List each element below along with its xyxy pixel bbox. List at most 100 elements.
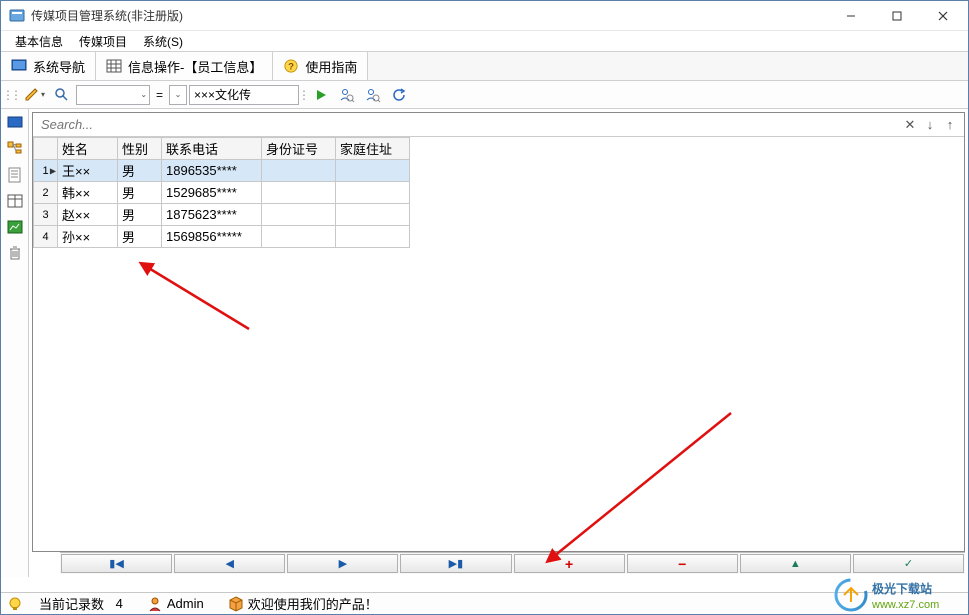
nav-prev-button[interactable]: ◀ (174, 554, 285, 573)
table-row[interactable]: 2韩××男1529685**** (34, 182, 410, 204)
record-navigator: ▮◀ ◀ ▶ ▶▮ + − ▲ ✓ (60, 552, 965, 574)
scroll-down-button[interactable]: ↓ (920, 115, 940, 135)
run-button[interactable] (309, 84, 333, 106)
edit-button[interactable]: ▾ (21, 84, 48, 106)
play-icon (315, 89, 327, 101)
find-user-button-2[interactable] (361, 84, 385, 106)
column-header-gender[interactable]: 性别 (118, 138, 162, 160)
row-number: 2 (34, 182, 58, 204)
table-row[interactable]: 1▶王××男1896535**** (34, 160, 410, 182)
side-grid-button[interactable] (5, 191, 25, 211)
column-header-name[interactable]: 姓名 (58, 138, 118, 160)
column-header-phone[interactable]: 联系电话 (162, 138, 262, 160)
tab-label: 使用指南 (305, 57, 357, 76)
nav-delete-button[interactable]: − (627, 554, 738, 573)
cell-id[interactable] (262, 226, 336, 248)
side-toolbar (1, 109, 29, 577)
equals-label: = (152, 88, 167, 102)
cell-addr[interactable] (336, 182, 410, 204)
tabs-bar: 系统导航 信息操作-【员工信息】 ? 使用指南 (1, 51, 968, 81)
clear-search-button[interactable]: ✕ (900, 115, 920, 135)
tab-usage-guide[interactable]: ? 使用指南 (273, 52, 368, 80)
cell-name[interactable]: 孙×× (58, 226, 118, 248)
nav-edit-button[interactable]: ▲ (740, 554, 851, 573)
search-input[interactable] (37, 117, 900, 132)
menu-media-project[interactable]: 传媒项目 (71, 31, 135, 52)
nav-add-button[interactable]: + (514, 554, 625, 573)
cell-id[interactable] (262, 182, 336, 204)
nav-confirm-button[interactable]: ✓ (853, 554, 964, 573)
maximize-button[interactable] (874, 1, 920, 30)
cell-phone[interactable]: 1569856***** (162, 226, 262, 248)
side-chart-button[interactable] (5, 217, 25, 237)
side-trash-button[interactable] (5, 243, 25, 263)
main-area: ✕ ↓ ↑ 姓名 性别 联系电话 身份证号 家庭住址 (1, 109, 968, 577)
cell-id[interactable] (262, 160, 336, 182)
status-record-count: 当前记录数 4 (31, 594, 131, 613)
refresh-icon (392, 88, 406, 102)
menu-system[interactable]: 系统(S) (135, 31, 191, 52)
column-header-addr[interactable]: 家庭住址 (336, 138, 410, 160)
grid-icon (7, 194, 23, 208)
refresh-button[interactable] (387, 84, 411, 106)
operator-dropdown[interactable]: ⌄ (169, 85, 187, 105)
cell-gender[interactable]: 男 (118, 182, 162, 204)
side-tree-button[interactable] (5, 139, 25, 159)
cell-addr[interactable] (336, 226, 410, 248)
menu-basic-info[interactable]: 基本信息 (7, 31, 71, 52)
magnifier-icon (54, 87, 70, 103)
row-number: 1▶ (34, 160, 58, 182)
cell-addr[interactable] (336, 160, 410, 182)
app-icon (9, 8, 25, 24)
window-title: 传媒项目管理系统(非注册版) (31, 7, 828, 24)
record-count-label: 当前记录数 (39, 594, 104, 613)
cell-addr[interactable] (336, 204, 410, 226)
search-row: ✕ ↓ ↑ (33, 113, 964, 137)
help-icon: ? (283, 59, 299, 73)
data-grid[interactable]: 姓名 性别 联系电话 身份证号 家庭住址 1▶王××男1896535****2韩… (33, 137, 964, 551)
trash-icon (8, 245, 22, 261)
cell-phone[interactable]: 1529685**** (162, 182, 262, 204)
row-number: 3 (34, 204, 58, 226)
nav-last-button[interactable]: ▶▮ (400, 554, 511, 573)
field-dropdown[interactable]: ⌄ (76, 85, 150, 105)
find-user-button[interactable] (335, 84, 359, 106)
cell-phone[interactable]: 1875623**** (162, 204, 262, 226)
cell-name[interactable]: 王×× (58, 160, 118, 182)
status-welcome-text: 欢迎使用我们的产品！ (248, 594, 378, 613)
nav-next-button[interactable]: ▶ (287, 554, 398, 573)
user-icon (147, 596, 163, 612)
tab-label: 系统导航 (33, 57, 85, 76)
toolbar-grip: ⋮ (13, 84, 19, 106)
scroll-up-button[interactable]: ↑ (940, 115, 960, 135)
status-bar: 当前记录数 4 Admin 欢迎使用我们的产品！ (1, 592, 968, 614)
minimize-button[interactable] (828, 1, 874, 30)
search-button[interactable] (50, 84, 74, 106)
cell-gender[interactable]: 男 (118, 160, 162, 182)
record-count-value: 4 (116, 596, 123, 611)
status-user-name: Admin (167, 596, 204, 611)
column-header-id[interactable]: 身份证号 (262, 138, 336, 160)
tree-icon (7, 141, 23, 157)
cell-phone[interactable]: 1896535**** (162, 160, 262, 182)
filter-textbox[interactable]: ×××文化传 (189, 85, 299, 105)
tab-info-operation[interactable]: 信息操作-【员工信息】 (96, 52, 273, 80)
grid-icon (106, 59, 122, 73)
nav-first-button[interactable]: ▮◀ (61, 554, 172, 573)
titlebar: 传媒项目管理系统(非注册版) (1, 1, 968, 31)
cell-name[interactable]: 韩×× (58, 182, 118, 204)
side-doc-button[interactable] (5, 165, 25, 185)
cell-name[interactable]: 赵×× (58, 204, 118, 226)
close-button[interactable] (920, 1, 966, 30)
tab-system-nav[interactable]: 系统导航 (1, 52, 96, 80)
status-welcome: 欢迎使用我们的产品！ (220, 594, 386, 613)
cell-gender[interactable]: 男 (118, 226, 162, 248)
chart-icon (7, 220, 23, 234)
cell-id[interactable] (262, 204, 336, 226)
document-icon (7, 167, 23, 183)
table-row[interactable]: 3赵××男1875623**** (34, 204, 410, 226)
table-row[interactable]: 4孙××男1569856***** (34, 226, 410, 248)
cell-gender[interactable]: 男 (118, 204, 162, 226)
person-search-icon (339, 87, 355, 103)
side-monitor-button[interactable] (5, 113, 25, 133)
